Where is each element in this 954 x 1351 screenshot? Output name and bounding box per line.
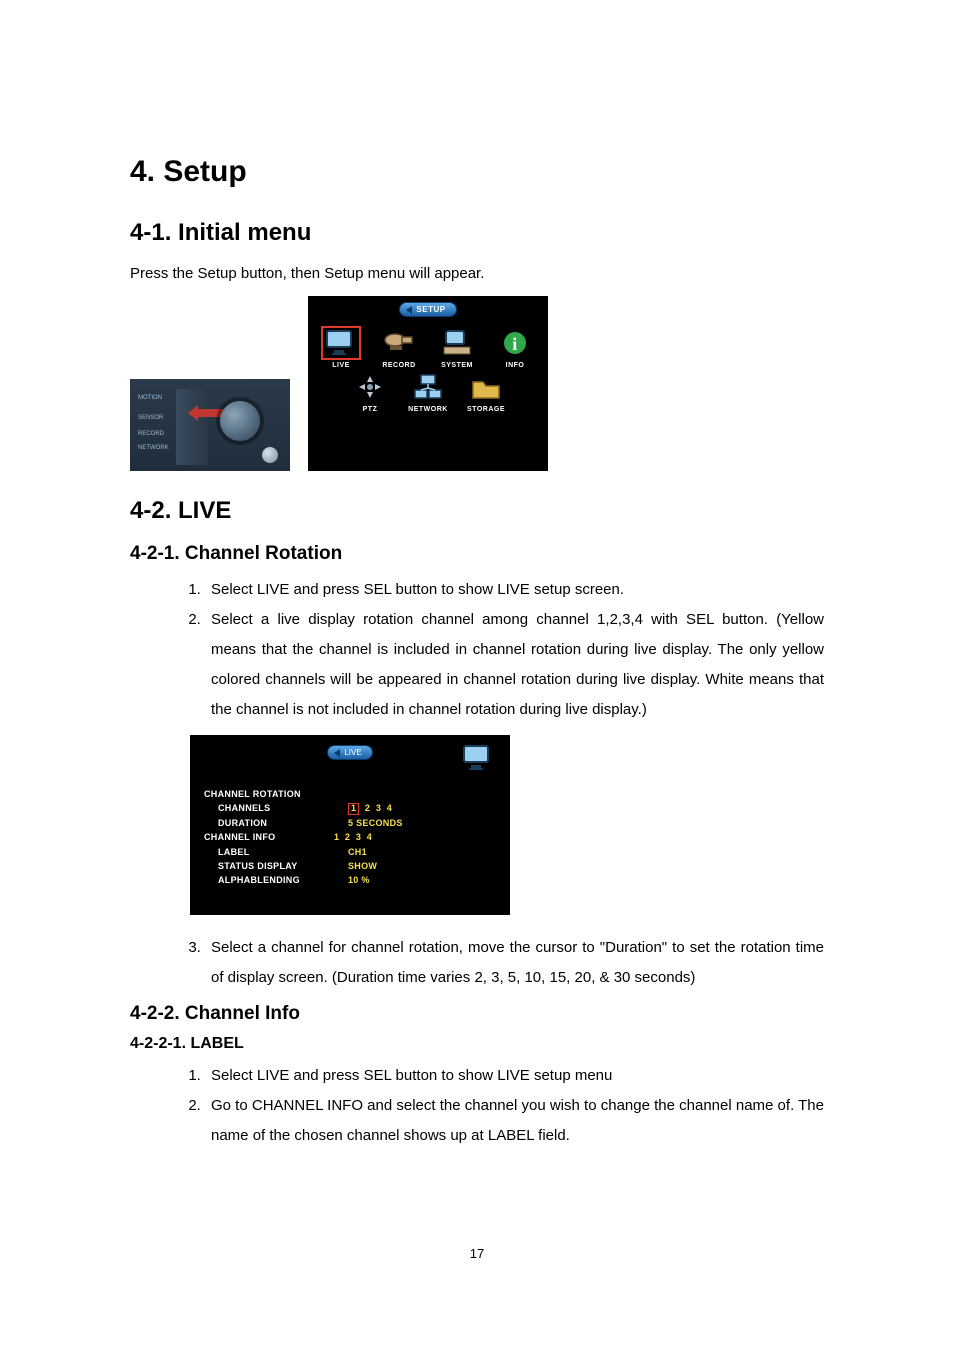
setup-item-network: NETWORK [403,371,453,413]
hw-label-sensor: SENSOR [138,415,163,421]
setup-item-record-label: RECORD [382,362,415,369]
hw-label-network: NETWORK [138,445,169,451]
step-item: Select LIVE and press SEL button to show… [205,575,824,605]
hw-label-record: RECORD [138,431,164,437]
setup-title-text: SETUP [416,305,445,314]
setup-item-ptz: PTZ [345,371,395,413]
setup-menu-screenshot: SETUP LIVE RECORD [308,296,548,471]
setup-title-pill: SETUP [399,302,456,317]
live-row-duration-label: DURATION [204,816,348,830]
setup-item-info-label: INFO [506,362,525,369]
hw-label-motion: MOTION [138,395,162,401]
live-row-label-value: CH1 [348,845,496,859]
steps-channel-rotation: Select LIVE and press SEL button to show… [130,575,824,725]
live-title-pill: LIVE [327,745,372,760]
setup-item-ptz-label: PTZ [363,406,378,413]
ptz-icon [351,371,389,403]
jog-dial-icon [220,401,260,441]
live-title-text: LIVE [344,748,361,757]
steps-label: Select LIVE and press SEL button to show… [130,1061,824,1151]
live-row-channel-info-value: 1 2 3 4 [334,830,496,844]
setup-item-live-label: LIVE [332,362,350,369]
setup-item-storage-label: STORAGE [467,406,505,413]
step-item: Go to CHANNEL INFO and select the channe… [205,1091,824,1151]
figure-row-initial: MOTION SENSOR RECORD NETWORK SETUP [130,296,824,471]
monitor-icon [460,743,496,775]
heading-label: 4-2-2-1. LABEL [130,1035,824,1053]
heading-channel-rotation: 4-2-1. Channel Rotation [130,543,824,565]
heading-setup: 4. Setup [130,155,824,189]
live-row-channel-info: CHANNEL INFO [204,830,334,844]
setup-item-system-label: SYSTEM [441,362,473,369]
heading-initial-menu: 4-1. Initial menu [130,219,824,247]
setup-item-system: SYSTEM [432,327,482,369]
live-row-alpha-value: 10 % [348,873,496,887]
setup-item-network-label: NETWORK [408,406,448,413]
live-row-status-value: SHOW [348,859,496,873]
computer-icon [438,327,476,359]
live-row-duration-value: 5 SECONDS [348,816,496,830]
paragraph-press-setup: Press the Setup button, then Setup menu … [130,265,824,282]
step-item: Select LIVE and press SEL button to show… [205,1061,824,1091]
channel-1-selected: 1 [348,803,359,815]
network-icon [409,371,447,403]
live-row-status-label: STATUS DISPLAY [204,859,348,873]
svg-text:i: i [512,334,518,354]
folder-icon [467,371,505,403]
page-number: 17 [0,1246,954,1261]
live-row-channels-label: CHANNELS [204,801,348,815]
hardware-photo: MOTION SENSOR RECORD NETWORK [130,379,290,471]
setup-item-record: RECORD [374,327,424,369]
step-item: Select a live display rotation channel a… [205,605,824,725]
heading-live: 4-2. LIVE [130,497,824,525]
steps-channel-rotation-cont: Select a channel for channel rotation, m… [130,933,824,993]
camera-icon [380,327,418,359]
setup-item-info: i INFO [490,327,540,369]
back-triangle-icon [406,306,412,314]
setup-item-live: LIVE [316,327,366,369]
live-row-channels-value: 1 2 3 4 [348,801,496,815]
live-row-channel-rotation: CHANNEL ROTATION [204,787,334,801]
live-row-alpha-label: ALPHABLENDING [204,873,348,887]
step-item: Select a channel for channel rotation, m… [205,933,824,993]
setup-item-storage: STORAGE [461,371,511,413]
back-triangle-icon [334,749,340,757]
info-icon: i [496,327,534,359]
live-menu-screenshot: LIVE CHANNEL ROTATION CHANNELS 1 2 3 4 D… [190,735,510,915]
heading-channel-info: 4-2-2. Channel Info [130,1003,824,1025]
monitor-icon [322,327,360,359]
live-row-label-label: LABEL [204,845,348,859]
